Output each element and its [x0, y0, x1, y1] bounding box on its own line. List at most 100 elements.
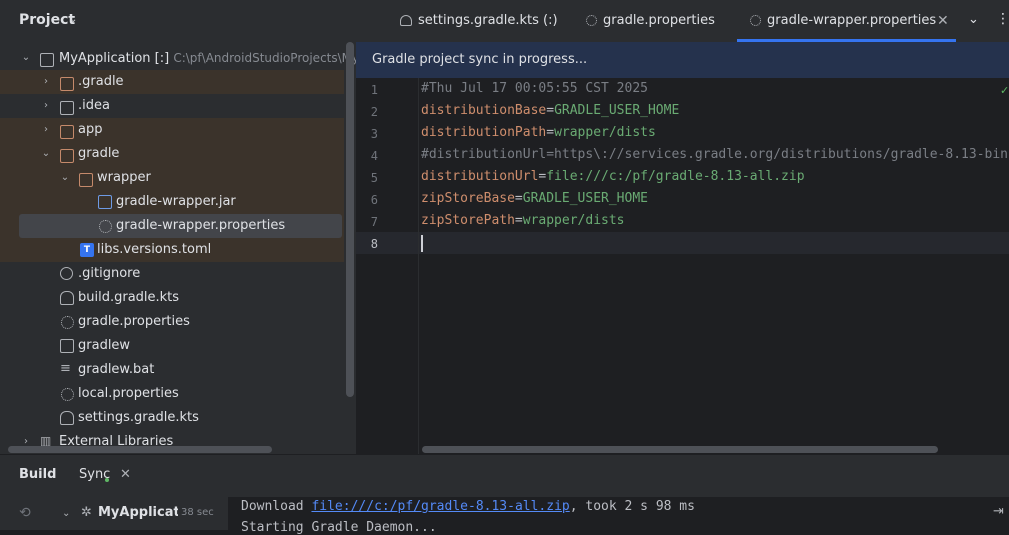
tree-row-gradle[interactable]: ⌄ gradle	[0, 142, 344, 166]
tree-label: gradlew	[78, 338, 131, 353]
code-value: GRADLE_USER_HOME	[554, 103, 680, 118]
chevron-down-icon[interactable]: ⌄	[69, 14, 77, 25]
code-line: distributionPath=wrapper/dists	[421, 125, 656, 140]
chevron-down-icon[interactable]: ⌄	[59, 166, 71, 190]
code-line: distributionUrl=file:///c:/pf/gradle-8.1…	[421, 169, 805, 184]
code-line: zipStoreBase=GRADLE_USER_HOME	[421, 191, 648, 206]
project-tool-window: Project ⌄ ⌄ MyApplication [:] C:\pf\Andr…	[0, 0, 356, 454]
gear-icon	[61, 388, 74, 401]
code-key: distributionBase	[421, 103, 547, 118]
tree-row-gradle-wrapper-jar[interactable]: gradle-wrapper.jar	[0, 190, 344, 214]
code-line: #Thu Jul 17 00:05:55 CST 2025	[421, 81, 648, 96]
tree-row-gradlew-bat[interactable]: ≡ gradlew.bat	[0, 358, 344, 382]
build-item-name[interactable]: MyApplication	[98, 505, 178, 520]
module-folder-icon	[40, 53, 54, 67]
text-caret	[421, 235, 423, 252]
code-value: wrapper/dists	[522, 213, 625, 228]
tree-row-app[interactable]: › app	[0, 118, 344, 142]
tree-label: gradle	[78, 146, 120, 161]
tab-gradle-properties[interactable]: gradle.properties	[586, 0, 715, 42]
code-comment: #distributionUrl=https\://services.gradl…	[421, 147, 1009, 162]
tab-label: settings.gradle.kts (:)	[418, 13, 558, 28]
code-key: distributionUrl	[421, 169, 539, 184]
project-scrollbar-vertical[interactable]	[346, 42, 354, 397]
tree-row-gradle-dir[interactable]: › .gradle	[0, 70, 344, 94]
checkmark-icon[interactable]: ✓	[1000, 84, 1009, 97]
tree-row-libs-versions-toml[interactable]: T libs.versions.toml	[0, 238, 344, 262]
tree-row-myapplication[interactable]: ⌄ MyApplication [:] C:\pf\AndroidStudioP…	[0, 46, 356, 70]
folder-icon	[79, 173, 93, 187]
tree-row-idea[interactable]: › .idea	[0, 94, 344, 118]
chevron-down-icon[interactable]: ⌄	[40, 142, 52, 166]
folder-icon	[60, 77, 74, 91]
chevron-right-icon[interactable]: ›	[40, 94, 52, 118]
line-number: 6	[370, 193, 378, 207]
code-key: zipStorePath	[421, 213, 515, 228]
gradle-icon	[60, 411, 74, 425]
tree-label: MyApplication [:]	[59, 51, 170, 66]
current-line-highlight	[356, 232, 1009, 254]
code-equals: =	[514, 213, 523, 228]
tab-label: gradle.properties	[603, 13, 715, 28]
gradle-icon	[400, 15, 412, 26]
tab-build[interactable]: Build	[19, 467, 56, 482]
code-key: distributionPath	[421, 125, 547, 140]
line-number: 3	[370, 127, 378, 141]
console-text: , took 2 s 98 ms	[569, 499, 695, 514]
tree-label: gradle-wrapper.properties	[116, 218, 286, 233]
tree-label: libs.versions.toml	[97, 242, 212, 257]
tree-label: build.gradle.kts	[78, 290, 180, 305]
project-scrollbar-horizontal[interactable]	[8, 446, 272, 453]
tree-label: local.properties	[78, 386, 179, 401]
line-number: 2	[370, 105, 378, 119]
code-line: distributionBase=GRADLE_USER_HOME	[421, 103, 679, 118]
tree-row-wrapper[interactable]: ⌄ wrapper	[0, 166, 344, 190]
tree-label: .gradle	[78, 74, 124, 89]
tree-path: C:\pf\AndroidStudioProjects\MyApplicatio…	[173, 51, 356, 65]
build-time: 38 sec	[181, 507, 214, 518]
line-number: 4	[370, 149, 378, 163]
gradle-icon	[60, 291, 74, 305]
editor-scrollbar-horizontal[interactable]	[422, 446, 938, 453]
tree-label: gradle.properties	[78, 314, 190, 329]
close-icon[interactable]: ✕	[937, 13, 949, 29]
folder-icon	[60, 101, 74, 115]
gear-icon	[750, 15, 761, 26]
line-number: 7	[370, 215, 378, 229]
line-number: 1	[370, 83, 378, 97]
code-comment: #Thu Jul 17 00:05:55 CST 2025	[421, 81, 648, 96]
tab-gradle-wrapper-properties[interactable]: gradle-wrapper.properties	[750, 0, 936, 42]
console-line: Download file:///c:/pf/gradle-8.13-all.z…	[241, 499, 695, 514]
ignore-icon	[60, 267, 73, 280]
tree-row-build-gradle-kts[interactable]: build.gradle.kts	[0, 286, 344, 310]
chevron-right-icon[interactable]: ›	[40, 118, 52, 142]
chevron-right-icon[interactable]: ›	[40, 70, 52, 94]
tree-label: wrapper	[97, 170, 151, 185]
tree-row-gradle-wrapper-properties[interactable]: gradle-wrapper.properties	[0, 214, 344, 238]
close-icon[interactable]: ✕	[120, 467, 131, 482]
code-line: zipStorePath=wrapper/dists	[421, 213, 625, 228]
chevron-down-icon[interactable]: ⌄	[62, 508, 70, 519]
tree-row-gradlew[interactable]: gradlew	[0, 334, 344, 358]
more-icon[interactable]: ⋮	[996, 11, 1009, 27]
project-view-title[interactable]: Project	[19, 12, 75, 28]
tree-label: gradle-wrapper.jar	[116, 194, 236, 209]
chevron-down-icon[interactable]: ⌄	[20, 46, 32, 70]
tree-row-gitignore[interactable]: .gitignore	[0, 262, 344, 286]
chevron-down-icon[interactable]: ⌄	[968, 12, 979, 27]
tree-row-gradle-properties[interactable]: gradle.properties	[0, 310, 344, 334]
code-key: zipStoreBase	[421, 191, 515, 206]
gear-icon	[61, 316, 74, 329]
tree-label: .gitignore	[78, 266, 141, 281]
editor-tab-bar: settings.gradle.kts (:) gradle.propertie…	[356, 0, 1009, 43]
tree-label: .idea	[78, 98, 110, 113]
code-value: GRADLE_USER_HOME	[522, 191, 648, 206]
gear-icon	[99, 220, 112, 233]
tree-row-settings-gradle-kts[interactable]: settings.gradle.kts	[0, 406, 344, 430]
soft-wrap-icon[interactable]: ⇥	[993, 504, 1004, 519]
console-text: Starting Gradle Daemon...	[241, 520, 437, 535]
tree-row-local-properties[interactable]: local.properties	[0, 382, 344, 406]
console-link[interactable]: file:///c:/pf/gradle-8.13-all.zip	[311, 499, 569, 514]
sync-icon[interactable]: ⟲	[19, 505, 31, 521]
tab-settings-gradle-kts[interactable]: settings.gradle.kts (:)	[400, 0, 558, 42]
